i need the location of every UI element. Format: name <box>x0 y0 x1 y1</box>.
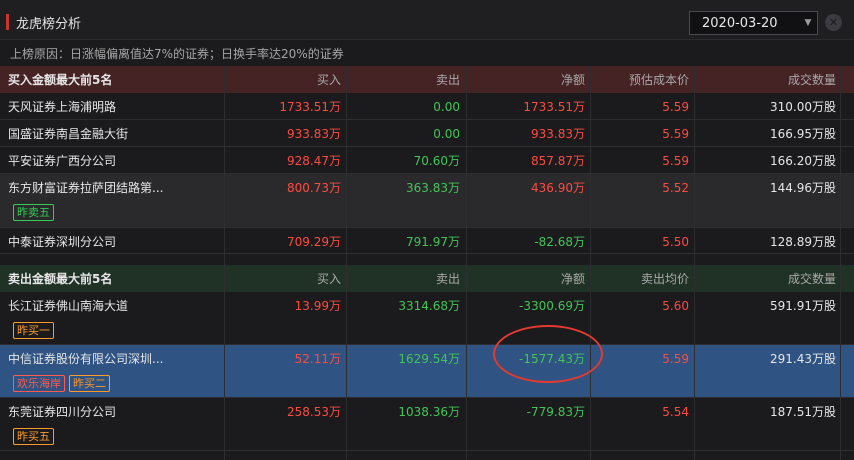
buy-amount: 258.53万 <box>287 405 341 419</box>
net-amount: -1577.43万 <box>519 352 585 366</box>
sell-section-header: 卖出金额最大前5名 买入 卖出 净额 卖出均价 成交数量 <box>0 265 854 292</box>
buy-section-title: 买入金额最大前5名 <box>8 73 113 87</box>
table-row[interactable]: 长江证券佛山南海大道 13.99万 3314.68万 -3300.69万 5.6… <box>0 292 854 345</box>
col-header-avg-price[interactable]: 卖出均价 <box>592 265 689 292</box>
table-row[interactable]: 东方财富证券拉萨团结路第... 800.73万 363.83万 436.90万 … <box>0 174 854 228</box>
date-value: 2020-03-20 <box>702 15 778 31</box>
col-header-sell[interactable]: 卖出 <box>348 66 460 93</box>
net-amount: -82.68万 <box>534 235 585 249</box>
title-bar: 龙虎榜分析 2020-03-20 ▼ ✕ <box>0 0 854 40</box>
volume: 310.00万股 <box>770 100 836 114</box>
table-row[interactable]: 天风证券上海浦明路 1733.51万 0.00 1733.51万 5.59 31… <box>0 93 854 120</box>
net-amount: 933.83万 <box>531 127 585 141</box>
buy-section-header: 买入金额最大前5名 买入 卖出 净额 预估成本价 成交数量 <box>0 66 854 93</box>
col-header-net[interactable]: 净额 <box>467 265 585 292</box>
price: 5.52 <box>662 180 689 195</box>
volume: 291.43万股 <box>770 352 836 366</box>
price: 5.59 <box>662 126 689 141</box>
tag-group: 昨买一 <box>13 322 54 339</box>
col-header-cost[interactable]: 预估成本价 <box>592 66 689 93</box>
broker-name: 国盛证券南昌金融大街 <box>8 127 129 141</box>
net-amount: 1733.51万 <box>523 100 585 114</box>
broker-name: 平安证券广西分公司 <box>8 154 117 168</box>
col-header-buy[interactable]: 买入 <box>225 66 341 93</box>
price: 5.50 <box>662 234 689 249</box>
close-icon[interactable]: ✕ <box>825 14 842 31</box>
broker-name: 中泰证券深圳分公司 <box>8 235 117 249</box>
tag-group: 欢乐海岸 昨买二 <box>13 375 110 392</box>
buy-amount: 933.83万 <box>287 127 341 141</box>
table-row[interactable]: 国盛证券南昌金融大街 933.83万 0.00 933.83万 5.59 166… <box>0 120 854 147</box>
table-row[interactable]: 平安证券广西分公司 928.47万 70.60万 857.87万 5.59 16… <box>0 147 854 174</box>
history-tag[interactable]: 昨卖五 <box>13 204 54 221</box>
title-accent <box>6 14 9 30</box>
price: 5.59 <box>662 99 689 114</box>
sell-amount: 791.97万 <box>406 235 460 249</box>
volume: 144.96万股 <box>770 181 836 195</box>
sell-amount: 363.83万 <box>406 181 460 195</box>
price: 5.59 <box>662 153 689 168</box>
buy-amount: 52.11万 <box>294 352 341 366</box>
price: 5.54 <box>662 404 689 419</box>
section-gap <box>0 254 854 265</box>
table-row[interactable]: 东莞证券四川分公司 258.53万 1038.36万 -779.83万 5.54… <box>0 398 854 451</box>
net-amount: 436.90万 <box>531 181 585 195</box>
history-tag[interactable]: 昨买一 <box>13 322 54 339</box>
broker-name: 东莞证券四川分公司 <box>8 405 117 419</box>
net-amount: 857.87万 <box>531 154 585 168</box>
volume: 166.95万股 <box>770 127 836 141</box>
col-header-volume[interactable]: 成交数量 <box>696 66 836 93</box>
sell-amount: 1629.54万 <box>398 352 460 366</box>
broker-name: 中信证券股份有限公司深圳... <box>8 352 164 366</box>
seat-tag[interactable]: 欢乐海岸 <box>13 375 65 392</box>
price: 5.60 <box>662 298 689 313</box>
tag-group: 昨卖五 <box>13 204 54 221</box>
date-dropdown[interactable]: 2020-03-20 ▼ <box>689 11 818 35</box>
buy-amount: 800.73万 <box>287 181 341 195</box>
volume: 591.91万股 <box>770 299 836 313</box>
sell-amount: 3314.68万 <box>398 299 460 313</box>
table-row-selected[interactable]: 中信证券股份有限公司深圳... 52.11万 1629.54万 -1577.43… <box>0 345 854 398</box>
col-header-buy[interactable]: 买入 <box>225 265 341 292</box>
buy-amount: 1733.51万 <box>279 100 341 114</box>
broker-name: 天风证券上海浦明路 <box>8 100 117 114</box>
tag-group: 昨买五 <box>13 428 54 445</box>
sell-amount: 1038.36万 <box>398 405 460 419</box>
net-amount: -3300.69万 <box>519 299 585 313</box>
history-tag[interactable]: 昨买五 <box>13 428 54 445</box>
broker-name: 长江证券佛山南海大道 <box>8 299 129 313</box>
sell-section-title: 卖出金额最大前5名 <box>8 272 113 286</box>
buy-amount: 13.99万 <box>294 299 341 313</box>
sell-amount: 0.00 <box>433 126 460 141</box>
col-header-net[interactable]: 净额 <box>467 66 585 93</box>
page-title: 龙虎榜分析 <box>16 17 82 32</box>
price: 5.59 <box>662 351 689 366</box>
chevron-down-icon: ▼ <box>804 18 812 28</box>
col-header-volume[interactable]: 成交数量 <box>696 265 836 292</box>
broker-name: 东方财富证券拉萨团结路第... <box>8 181 164 195</box>
net-amount: -779.83万 <box>526 405 585 419</box>
volume: 128.89万股 <box>770 235 836 249</box>
sell-amount: 70.60万 <box>413 154 460 168</box>
volume: 166.20万股 <box>770 154 836 168</box>
volume: 187.51万股 <box>770 405 836 419</box>
sell-amount: 0.00 <box>433 99 460 114</box>
col-header-sell[interactable]: 卖出 <box>348 265 460 292</box>
buy-amount: 709.29万 <box>287 235 341 249</box>
buy-amount: 928.47万 <box>287 154 341 168</box>
listing-reason: 上榜原因：日涨幅偏离值达7%的证券；日换手率达20%的证券 <box>0 40 854 66</box>
history-tag[interactable]: 昨买二 <box>69 375 110 392</box>
table-row[interactable]: 中泰证券深圳分公司 709.29万 791.97万 -82.68万 5.50 1… <box>0 228 854 254</box>
